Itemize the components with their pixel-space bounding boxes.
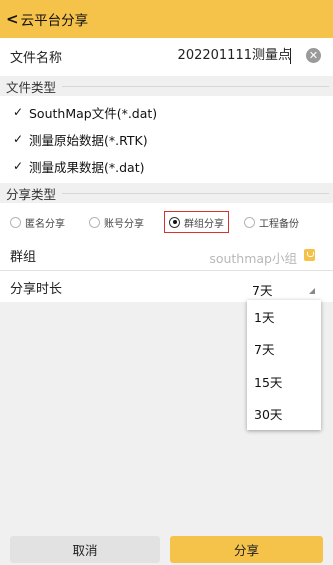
radio-anonymous-share[interactable]: 匿名分享 xyxy=(10,213,65,231)
text-caret xyxy=(290,48,291,64)
share-type-radio-group: 匿名分享 账号分享 群组分享 工程备份 xyxy=(0,208,333,236)
file-types-header: 文件类型 xyxy=(0,76,333,96)
checkbox-label: 测量成果数据(*.dat) xyxy=(29,159,145,175)
dropdown-option-1d[interactable]: 1天 xyxy=(247,300,321,333)
group-icon[interactable] xyxy=(304,249,315,261)
checkmark-icon: ✓ xyxy=(12,105,24,119)
radio-dot xyxy=(10,216,21,228)
radio-dot xyxy=(244,216,255,228)
share-button[interactable]: 分享 xyxy=(170,536,323,563)
radio-dot xyxy=(89,216,100,228)
duration-dropdown: 1天 7天 15天 30天 xyxy=(247,300,321,430)
checkbox-label: SouthMap文件(*.dat) xyxy=(29,105,158,121)
checkmark-icon: ✓ xyxy=(12,132,24,146)
dropdown-arrow-icon[interactable] xyxy=(309,288,315,294)
clear-icon[interactable]: ✕ xyxy=(306,48,321,63)
file-name-row: 文件名称 202201111测量点 ✕ xyxy=(0,40,333,72)
share-types-title: 分享类型 xyxy=(6,186,57,202)
cancel-button[interactable]: 取消 xyxy=(10,536,160,563)
divider xyxy=(62,192,329,194)
radio-dot-selected xyxy=(169,216,180,228)
group-row[interactable]: 群组 southmap小组 xyxy=(0,240,333,271)
radio-label: 匿名分享 xyxy=(25,218,65,230)
radio-project-backup[interactable]: 工程备份 xyxy=(244,213,299,231)
group-value: southmap小组 xyxy=(209,251,297,266)
checkbox-label: 测量原始数据(*.RTK) xyxy=(29,132,148,148)
bottom-action-bar: 取消 分享 xyxy=(0,534,333,565)
divider xyxy=(62,85,329,87)
file-type-checkbox-raw[interactable]: ✓ 测量原始数据(*.RTK) xyxy=(0,126,333,152)
dropdown-option-15d[interactable]: 15天 xyxy=(247,365,321,398)
share-types-header: 分享类型 xyxy=(0,183,333,203)
radio-account-share[interactable]: 账号分享 xyxy=(89,213,144,231)
dropdown-option-7d[interactable]: 7天 xyxy=(247,333,321,366)
duration-row[interactable]: 分享时长 7天 xyxy=(0,272,333,302)
file-types-title: 文件类型 xyxy=(6,79,57,95)
file-name-input[interactable]: 202201111测量点 xyxy=(120,44,291,68)
back-button[interactable]: < 云平台分享 xyxy=(6,9,88,29)
file-type-checkbox-southmap[interactable]: ✓ SouthMap文件(*.dat) xyxy=(0,99,333,125)
radio-label: 工程备份 xyxy=(259,218,299,230)
duration-label: 分享时长 xyxy=(10,281,63,297)
radio-label: 群组分享 xyxy=(184,218,224,230)
chevron-left-icon: < xyxy=(6,10,19,28)
top-bar: < 云平台分享 xyxy=(0,0,333,38)
duration-select-value[interactable]: 7天 xyxy=(252,280,272,299)
radio-group-share[interactable]: 群组分享 xyxy=(164,211,229,233)
radio-label: 账号分享 xyxy=(104,218,144,230)
checkmark-icon: ✓ xyxy=(12,159,24,173)
group-label: 群组 xyxy=(10,249,37,265)
dropdown-option-30d[interactable]: 30天 xyxy=(247,398,321,431)
file-name-label: 文件名称 xyxy=(10,50,63,66)
page-title: 云平台分享 xyxy=(20,13,89,29)
file-type-checkbox-result[interactable]: ✓ 测量成果数据(*.dat) xyxy=(0,153,333,179)
